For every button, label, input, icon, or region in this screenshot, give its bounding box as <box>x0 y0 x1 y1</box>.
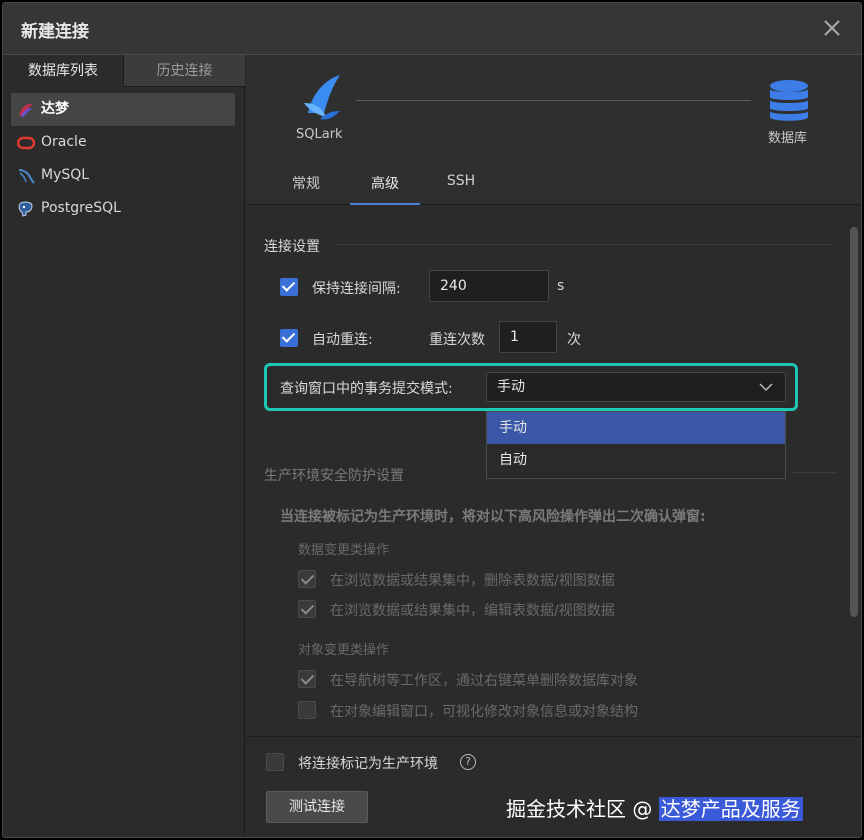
client-label: SQLark <box>296 127 343 142</box>
db-item-oracle[interactable]: Oracle <box>11 126 235 159</box>
keepalive-input[interactable]: 240 <box>429 270 549 302</box>
chevron-down-icon <box>759 383 773 392</box>
db-item-label: 达梦 <box>41 101 69 117</box>
settings-tabs: 常规 高级 SSH <box>246 165 861 205</box>
retry-count-unit: 次 <box>567 332 581 348</box>
test-connection-button[interactable]: 测试连接 <box>266 791 368 823</box>
drop-object-label: 在导航树等工作区，通过右键菜单删除数据库对象 <box>330 673 638 689</box>
commit-mode-option-manual[interactable]: 手动 <box>487 412 785 444</box>
retry-count-label: 重连次数 <box>429 332 485 348</box>
dameng-icon <box>19 103 33 117</box>
commit-mode-option-auto[interactable]: 自动 <box>487 444 785 476</box>
mark-production-label: 将连接标记为生产环境 <box>298 756 438 772</box>
commit-mode-dropdown: 手动 自动 <box>486 411 786 479</box>
title-bar: 新建连接 <box>3 3 861 55</box>
dialog-footer: 将连接标记为生产环境 ? 测试连接 掘金技术社区 @ 达梦产品及服务 <box>246 736 861 837</box>
content-scrollbar[interactable] <box>850 227 858 617</box>
connection-line <box>356 100 751 101</box>
edit-table-data-label: 在浏览数据或结果集中，编辑表数据/视图数据 <box>330 603 615 619</box>
db-item-postgresql[interactable]: PostgreSQL <box>11 192 235 225</box>
db-item-label: PostgreSQL <box>41 200 121 216</box>
db-item-label: MySQL <box>41 167 90 183</box>
db-item-dameng[interactable]: 达梦 <box>11 93 235 126</box>
connection-settings-title: 连接设置 <box>264 239 320 255</box>
commit-mode-value: 手动 <box>497 379 525 395</box>
production-settings-title: 生产环境安全防护设置 <box>264 468 404 484</box>
mark-production-checkbox[interactable] <box>266 753 284 771</box>
advanced-settings-content: 连接设置 保持连接间隔: 240 s 自动重连: 重连次数 1 次 查询窗口中的… <box>246 206 861 786</box>
data-change-group-title: 数据变更类操作 <box>298 543 390 558</box>
mysql-icon <box>18 169 35 184</box>
sqlark-logo-icon <box>304 75 340 120</box>
database-icon <box>770 80 808 121</box>
connection-header: SQLark 数据库 常规 高级 SSH <box>246 55 861 205</box>
postgresql-icon <box>18 201 33 217</box>
auto-reconnect-checkbox[interactable] <box>280 329 298 347</box>
left-tabs: 数据库列表 历史连接 <box>3 55 245 87</box>
object-change-group-title: 对象变更类操作 <box>298 643 390 658</box>
commit-mode-select[interactable]: 手动 <box>486 372 786 402</box>
close-icon[interactable] <box>821 17 843 39</box>
target-label: 数据库 <box>768 131 808 146</box>
commit-mode-label: 查询窗口中的事务提交模式: <box>280 381 453 397</box>
keepalive-unit: s <box>557 278 565 294</box>
production-description: 当连接被标记为生产环境时，将对以下高风险操作弹出二次确认弹窗: <box>280 509 706 525</box>
drop-object-checkbox[interactable] <box>298 670 316 688</box>
modify-object-label: 在对象编辑窗口，可视化修改对象信息或对象结构 <box>330 704 638 720</box>
db-item-label: Oracle <box>41 134 87 150</box>
watermark-prefix: 掘金技术社区 @ <box>506 797 659 821</box>
tab-ssh[interactable]: SSH <box>432 173 490 205</box>
db-item-mysql[interactable]: MySQL <box>11 159 235 192</box>
retry-count-input[interactable]: 1 <box>499 321 557 353</box>
dialog-title: 新建连接 <box>21 22 89 42</box>
right-panel: SQLark 数据库 常规 高级 SSH 连接设置 保持连接间隔: 240 s <box>246 55 861 837</box>
tab-history-connections[interactable]: 历史连接 <box>123 55 245 87</box>
section-divider <box>334 244 834 245</box>
tab-general[interactable]: 常规 <box>276 173 336 205</box>
database-list: 达梦 Oracle MySQL PostgreSQL <box>11 93 235 225</box>
keepalive-checkbox[interactable] <box>280 278 298 296</box>
modify-object-checkbox[interactable] <box>298 701 316 719</box>
delete-table-data-checkbox[interactable] <box>298 570 316 588</box>
auto-reconnect-label: 自动重连: <box>312 332 373 348</box>
oracle-icon <box>17 136 35 150</box>
help-icon[interactable]: ? <box>460 754 476 770</box>
left-panel: 数据库列表 历史连接 达梦 Oracle MySQL PostgreSQL <box>3 55 245 837</box>
tab-advanced[interactable]: 高级 <box>350 173 420 205</box>
section-divider <box>792 472 836 473</box>
watermark-highlight: 达梦产品及服务 <box>658 797 803 821</box>
new-connection-dialog: 新建连接 数据库列表 历史连接 达梦 Oracle MySQL PostgreS… <box>2 2 862 838</box>
tab-database-list[interactable]: 数据库列表 <box>3 55 123 87</box>
edit-table-data-checkbox[interactable] <box>298 600 316 618</box>
watermark: 掘金技术社区 @ 达梦产品及服务 <box>506 793 803 822</box>
delete-table-data-label: 在浏览数据或结果集中，删除表数据/视图数据 <box>330 573 615 589</box>
keepalive-label: 保持连接间隔: <box>312 281 401 297</box>
